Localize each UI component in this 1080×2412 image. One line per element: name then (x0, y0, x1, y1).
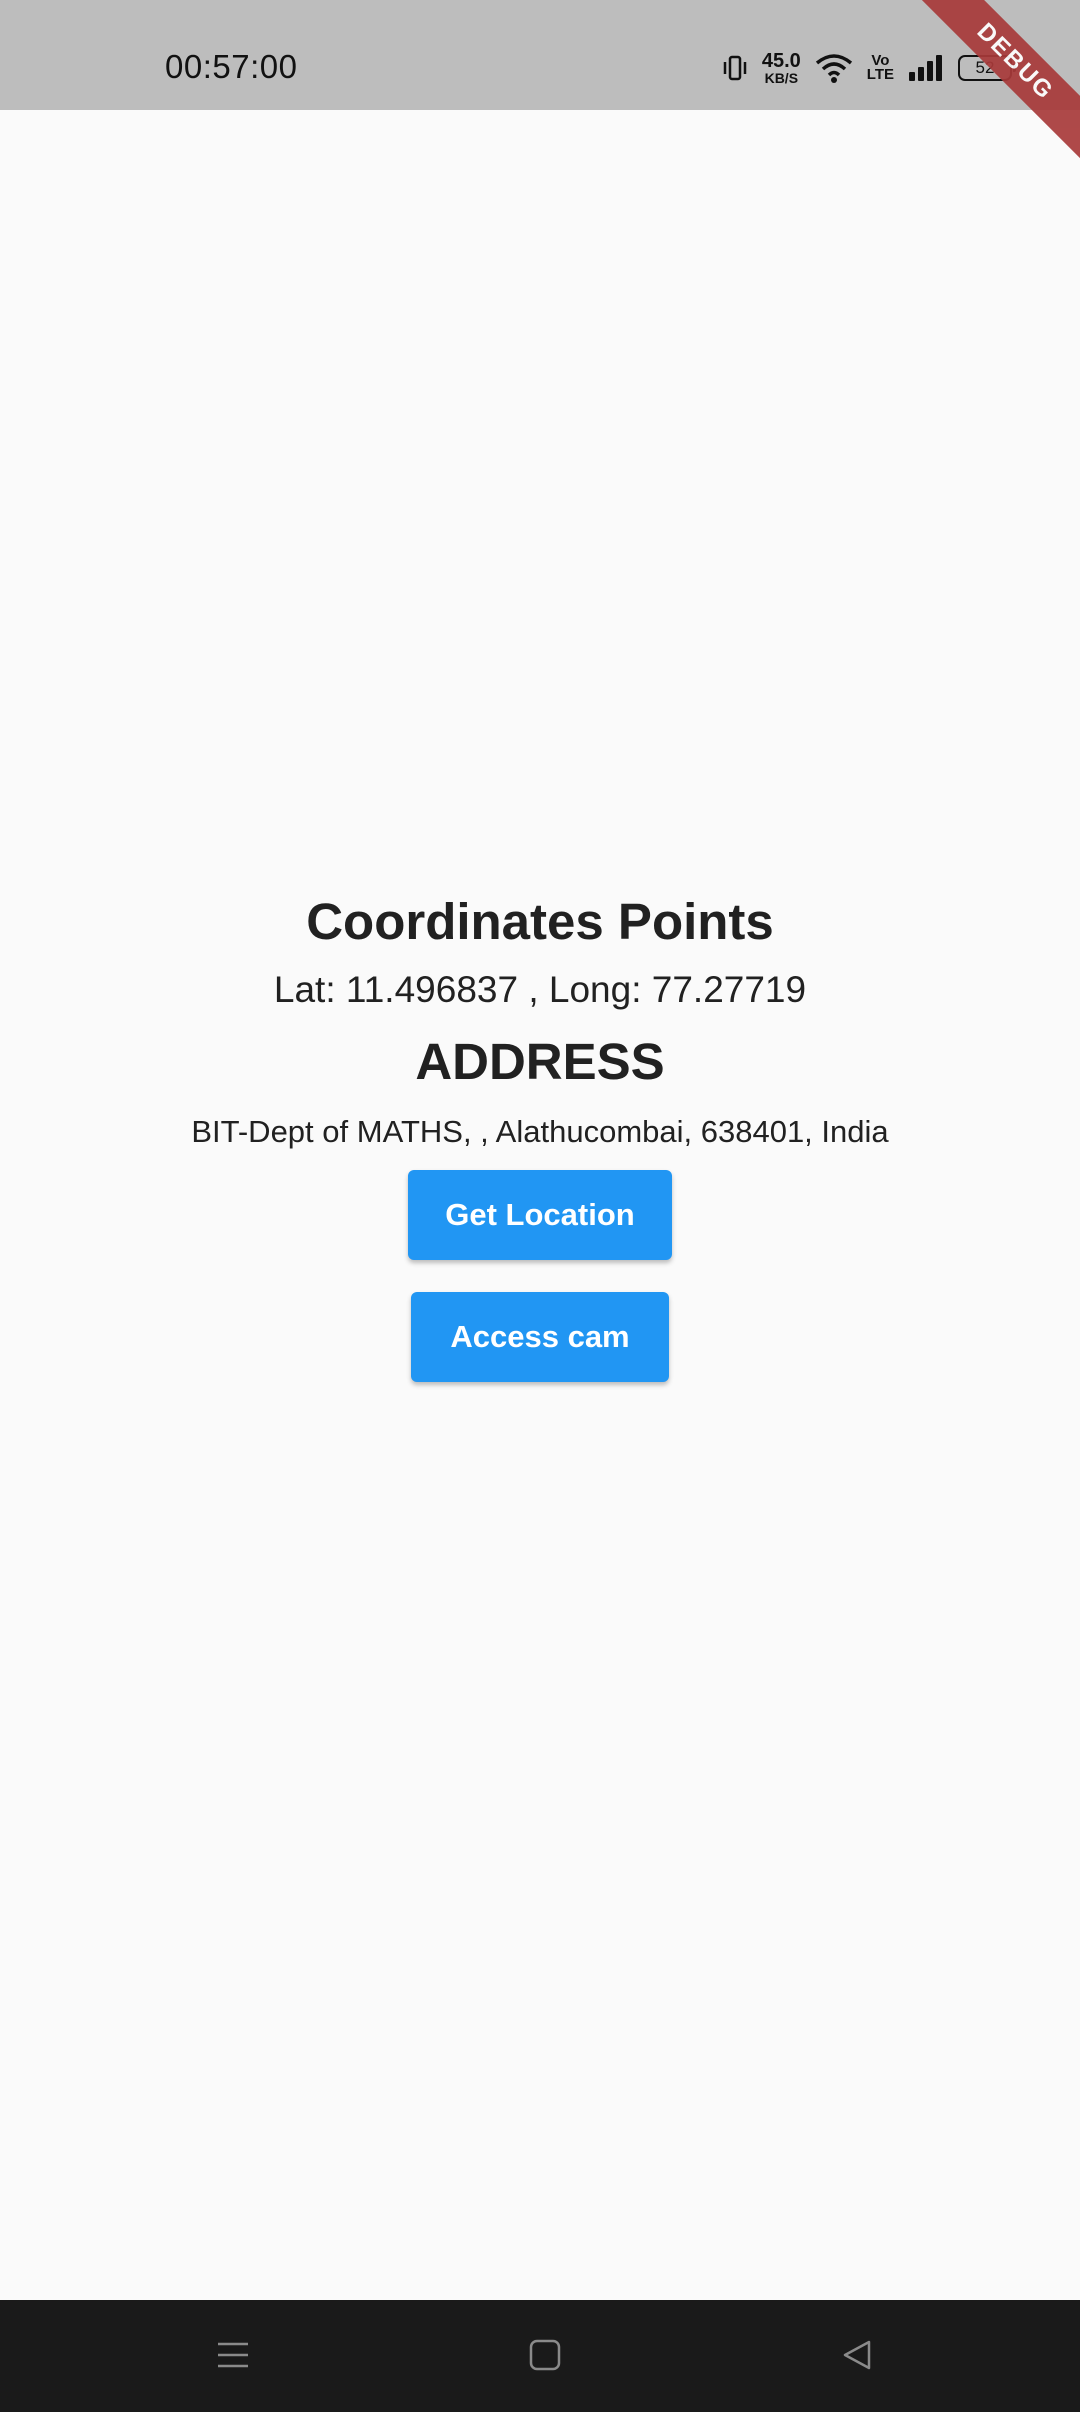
home-button[interactable] (520, 2332, 570, 2382)
back-icon (841, 2339, 873, 2376)
network-speed-unit: KB/S (764, 70, 799, 86)
status-bar: 00:57:00 45.0 KB/S Vo LTE 52 (0, 0, 1080, 110)
status-icons: 45.0 KB/S Vo LTE 52 (722, 48, 1016, 88)
menu-button[interactable] (208, 2332, 258, 2382)
wifi-icon (815, 53, 853, 83)
coordinates-value: Lat: 11.496837 , Long: 77.27719 (273, 969, 807, 1010)
network-speed: 45.0 KB/S (762, 51, 801, 85)
back-button[interactable] (832, 2332, 882, 2382)
access-cam-button[interactable]: Access cam (411, 1292, 669, 1382)
status-time: 00:57:00 (165, 48, 298, 85)
main-content: Coordinates Points Lat: 11.496837 , Long… (0, 880, 1080, 1382)
address-value: BIT-Dept of MATHS, , Alathucombai, 63840… (191, 1114, 889, 1149)
volte-bottom: LTE (866, 66, 894, 83)
volte-indicator: Vo LTE (866, 53, 894, 83)
vibrate-icon (722, 54, 748, 82)
network-speed-value: 45.0 (761, 50, 801, 72)
home-icon (529, 2339, 561, 2376)
get-location-button[interactable]: Get Location (408, 1170, 672, 1260)
navigation-bar (0, 2300, 1080, 2412)
menu-icon (216, 2340, 250, 2375)
coordinates-title: Coordinates Points (306, 893, 774, 950)
signal-icon (908, 55, 944, 81)
address-title: ADDRESS (415, 1033, 665, 1090)
